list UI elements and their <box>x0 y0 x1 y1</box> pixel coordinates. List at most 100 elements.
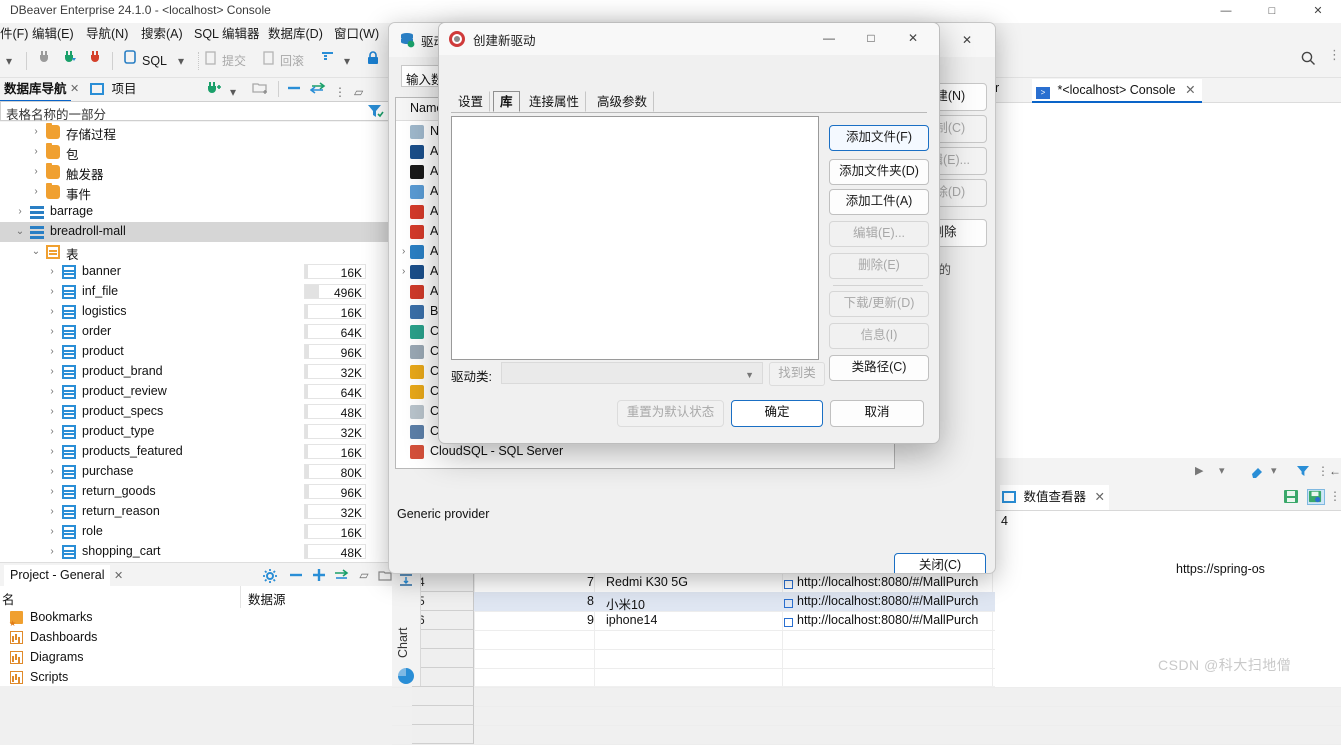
tab-0[interactable]: 设置 <box>451 91 490 112</box>
driver-manager-close-action-button[interactable]: 关闭(C) <box>894 553 986 574</box>
chevron-right-icon[interactable]: › <box>30 146 42 158</box>
transaction-dropdown-arrow-icon[interactable]: ▾ <box>344 49 350 73</box>
tab-1[interactable]: 库 <box>493 91 520 112</box>
settings-gear-icon[interactable] <box>262 568 278 582</box>
filter-icon[interactable] <box>366 102 384 120</box>
driver-manager-close-button[interactable]: ✕ <box>947 27 987 53</box>
tree-item[interactable]: ›logistics16K <box>0 302 392 322</box>
tree-item[interactable]: ›包 <box>0 142 392 162</box>
chevron-right-icon[interactable]: › <box>402 266 405 277</box>
menu-item-3[interactable]: 搜索(A) <box>141 25 183 43</box>
tree-item[interactable]: ›product_review64K <box>0 382 392 402</box>
fetch-options-icon[interactable]: ▾ <box>1219 464 1235 478</box>
chevron-down-icon[interactable]: ⌄ <box>30 246 42 258</box>
value-viewer-overflow-icon[interactable]: ⋮ <box>1329 489 1341 503</box>
cell-id[interactable]: 9 <box>476 613 594 627</box>
chevron-right-icon[interactable]: › <box>402 246 405 257</box>
menu-item-0[interactable]: 件(F) <box>0 25 28 43</box>
menu-item-2[interactable]: 导航(N) <box>86 25 128 43</box>
chevron-down-icon[interactable]: ⌄ <box>14 226 26 238</box>
chevron-right-icon[interactable]: › <box>46 366 58 378</box>
search-icon[interactable] <box>1300 50 1316 66</box>
tab-value-viewer[interactable]: 数值查看器 ✕ <box>1000 485 1109 510</box>
cell-url[interactable]: http://localhost:8080/#/MallPurch <box>784 575 978 589</box>
tree-item[interactable]: ›order64K <box>0 322 392 342</box>
create-driver-minimize-button[interactable]: — <box>809 25 849 51</box>
chevron-right-icon[interactable]: › <box>46 286 58 298</box>
chevron-right-icon[interactable]: › <box>30 166 42 178</box>
tab-project-general-close-icon[interactable]: ✕ <box>114 569 123 582</box>
tree-item[interactable]: ›product_type32K <box>0 422 392 442</box>
cancel-button[interactable]: 取消 <box>830 400 924 427</box>
table-row-empty[interactable] <box>392 725 1341 745</box>
sql-editor-icon[interactable] <box>122 49 138 73</box>
menu-item-6[interactable]: 窗口(W) <box>334 25 379 43</box>
cell-url[interactable]: http://localhost:8080/#/MallPurch <box>784 594 978 608</box>
chevron-right-icon[interactable]: › <box>46 406 58 418</box>
project-list-item[interactable]: Scripts <box>0 668 392 688</box>
cell-id[interactable]: 7 <box>476 575 594 589</box>
tree-item[interactable]: ›事件 <box>0 182 392 202</box>
menu-item-1[interactable]: 编辑(E) <box>32 25 74 43</box>
tab-3[interactable]: 高级参数 <box>590 91 654 112</box>
chevron-right-icon[interactable]: › <box>46 346 58 358</box>
add-project-icon[interactable] <box>311 568 327 582</box>
project-list[interactable]: BookmarksDashboardsDiagramsScripts <box>0 608 392 686</box>
disconnect-all-icon[interactable] <box>88 49 104 73</box>
cell-url[interactable]: http://localhost:8080/#/MallPurch <box>784 613 978 627</box>
tree-item[interactable]: ⌄表 <box>0 242 392 262</box>
save-value-icon[interactable] <box>1283 489 1299 503</box>
tree-item[interactable]: ›return_reason32K <box>0 502 392 522</box>
erase-dropdown-icon[interactable]: ▾ <box>1271 464 1287 478</box>
minimize-project-panel-icon[interactable]: ▱ <box>356 568 372 582</box>
transaction-mode-icon[interactable] <box>320 49 336 73</box>
chevron-right-icon[interactable]: › <box>46 486 58 498</box>
driver-class-combo[interactable]: ▼ <box>501 362 763 384</box>
collapse-all-project-icon[interactable] <box>288 568 304 582</box>
window-close-button[interactable]: ✕ <box>1295 0 1341 23</box>
project-list-item[interactable]: Bookmarks <box>0 608 392 628</box>
menu-item-4[interactable]: SQL 编辑器 <box>194 25 260 43</box>
chevron-right-icon[interactable]: › <box>46 386 58 398</box>
tab-localhost-console-close-icon[interactable]: ✕ <box>1185 83 1195 97</box>
create-driver-maximize-button[interactable]: □ <box>851 25 891 51</box>
sql-label[interactable]: SQL <box>142 49 167 73</box>
tree-item[interactable]: ›存储过程 <box>0 122 392 142</box>
tree-item[interactable]: ›product_brand32K <box>0 362 392 382</box>
project-list-item[interactable]: Diagrams <box>0 648 392 668</box>
tab-projects[interactable]: 项目 <box>86 78 141 100</box>
chevron-right-icon[interactable]: › <box>46 466 58 478</box>
tree-item[interactable]: ›shopping_cart48K <box>0 542 392 562</box>
chevron-right-icon[interactable]: › <box>46 266 58 278</box>
tab-database-navigator-close-icon[interactable]: ✕ <box>70 82 79 95</box>
chevron-right-icon[interactable]: › <box>46 546 58 558</box>
row-header[interactable]: 5 <box>412 592 474 611</box>
chevron-right-icon[interactable]: › <box>30 186 42 198</box>
chevron-right-icon[interactable]: › <box>46 426 58 438</box>
chevron-right-icon[interactable]: › <box>14 206 26 218</box>
chevron-right-icon[interactable]: › <box>46 446 58 458</box>
tree-item[interactable]: ›purchase80K <box>0 462 392 482</box>
library-button-2[interactable]: 添加工件(A) <box>829 189 929 215</box>
link-project-icon[interactable] <box>333 568 349 582</box>
tab-localhost-console[interactable]: > *<localhost> Console ✕ <box>1032 79 1202 103</box>
erase-icon[interactable] <box>1249 464 1265 478</box>
row-header[interactable]: 6 <box>412 611 474 630</box>
cell-name[interactable]: Redmi K30 5G <box>606 575 688 589</box>
tree-filter-input[interactable]: 表格名称的一部分 <box>0 101 392 121</box>
tree-item[interactable]: ›product_specs48K <box>0 402 392 422</box>
tree-item[interactable]: ⌄breadroll-mall <box>0 222 392 242</box>
tree-item[interactable]: ›role16K <box>0 522 392 542</box>
filter-grid-icon[interactable] <box>1295 464 1311 478</box>
table-row-empty[interactable] <box>392 687 1341 707</box>
driver-list-item[interactable]: CloudSQL - SQL Server <box>396 442 894 462</box>
tree-item[interactable]: ›barrage <box>0 202 392 222</box>
tab-database-navigator[interactable]: 数据库导航 <box>0 78 71 102</box>
tree-item[interactable]: ›inf_file496K <box>0 282 392 302</box>
tree-item[interactable]: ›products_featured16K <box>0 442 392 462</box>
library-button-1[interactable]: 添加文件夹(D) <box>829 159 929 185</box>
database-tree[interactable]: ›存储过程›包›触发器›事件›barrage⌄breadroll-mall⌄表›… <box>0 122 392 562</box>
chevron-right-icon[interactable]: › <box>30 126 42 138</box>
toolbar-dropdown-1[interactable]: ▾ <box>6 49 12 73</box>
menu-item-5[interactable]: 数据库(D) <box>268 25 323 43</box>
